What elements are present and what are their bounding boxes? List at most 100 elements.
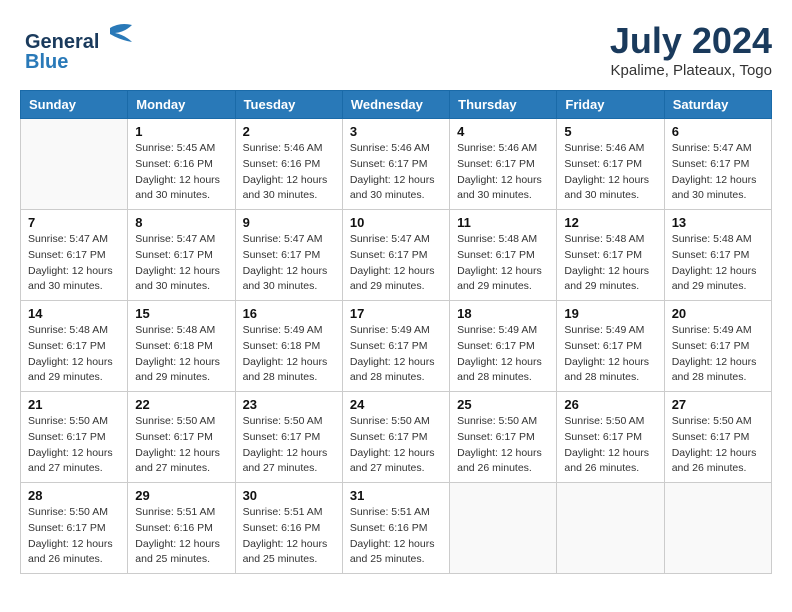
calendar-cell: 29 Sunrise: 5:51 AMSunset: 6:16 PMDayligh…: [128, 483, 235, 574]
logo-text: General Blue: [20, 20, 140, 80]
calendar-cell: 9Sunrise: 5:47 AMSunset: 6:17 PMDaylight…: [235, 210, 342, 301]
calendar-week-row: 1 Sunrise: 5:45 AMSunset: 6:16 PMDaylight…: [21, 119, 772, 210]
day-info: Sunrise: 5:50 AMSunset: 6:17 PMDaylight:…: [672, 414, 764, 477]
day-number: 23: [243, 397, 335, 412]
day-number: 24: [350, 397, 442, 412]
day-info: Sunrise: 5:47 AMSunset: 6:17 PMDaylight:…: [350, 232, 442, 295]
svg-text:General: General: [25, 31, 99, 53]
day-info: Sunrise: 5:47 AMSunset: 6:17 PMDaylight:…: [28, 232, 120, 295]
calendar-cell: 7 Sunrise: 5:47 AMSunset: 6:17 PMDaylight…: [21, 210, 128, 301]
day-number: 10: [350, 215, 442, 230]
day-info: Sunrise: 5:49 AMSunset: 6:17 PMDaylight:…: [457, 323, 549, 386]
weekday-header-sunday: Sunday: [21, 91, 128, 119]
day-number: 30: [243, 488, 335, 503]
calendar-cell: 16 Sunrise: 5:49 AMSunset: 6:18 PMDayligh…: [235, 301, 342, 392]
day-info: Sunrise: 5:47 AMSunset: 6:17 PMDaylight:…: [243, 232, 335, 295]
day-number: 16: [243, 306, 335, 321]
calendar-cell: 26 Sunrise: 5:50 AMSunset: 6:17 PMDayligh…: [557, 392, 664, 483]
weekday-header-friday: Friday: [557, 91, 664, 119]
calendar-cell: [21, 119, 128, 210]
weekday-header-tuesday: Tuesday: [235, 91, 342, 119]
day-info: Sunrise: 5:48 AMSunset: 6:17 PMDaylight:…: [457, 232, 549, 295]
location-subtitle: Kpalime, Plateaux, Togo: [610, 62, 772, 79]
weekday-header-row: SundayMondayTuesdayWednesdayThursdayFrid…: [21, 91, 772, 119]
day-info: Sunrise: 5:51 AMSunset: 6:16 PMDaylight:…: [243, 505, 335, 568]
calendar-cell: 2 Sunrise: 5:46 AMSunset: 6:16 PMDaylight…: [235, 119, 342, 210]
day-number: 3: [350, 124, 442, 139]
calendar-week-row: 14Sunrise: 5:48 AMSunset: 6:17 PMDayligh…: [21, 301, 772, 392]
day-number: 6: [672, 124, 764, 139]
day-info: Sunrise: 5:46 AMSunset: 6:17 PMDaylight:…: [350, 141, 442, 204]
day-info: Sunrise: 5:46 AMSunset: 6:17 PMDaylight:…: [457, 141, 549, 204]
weekday-header-wednesday: Wednesday: [342, 91, 449, 119]
day-number: 13: [672, 215, 764, 230]
calendar-cell: 5 Sunrise: 5:46 AMSunset: 6:17 PMDaylight…: [557, 119, 664, 210]
day-info: Sunrise: 5:46 AMSunset: 6:17 PMDaylight:…: [564, 141, 656, 204]
calendar-cell: 24 Sunrise: 5:50 AMSunset: 6:17 PMDayligh…: [342, 392, 449, 483]
day-number: 25: [457, 397, 549, 412]
calendar-cell: 22 Sunrise: 5:50 AMSunset: 6:17 PMDayligh…: [128, 392, 235, 483]
calendar-cell: 21Sunrise: 5:50 AMSunset: 6:17 PMDayligh…: [21, 392, 128, 483]
calendar-cell: 28 Sunrise: 5:50 AMSunset: 6:17 PMDayligh…: [21, 483, 128, 574]
day-number: 29: [135, 488, 227, 503]
day-info: Sunrise: 5:50 AMSunset: 6:17 PMDaylight:…: [457, 414, 549, 477]
day-number: 2: [243, 124, 335, 139]
day-number: 5: [564, 124, 656, 139]
logo: General Blue: [20, 20, 140, 80]
day-number: 7: [28, 215, 120, 230]
calendar-cell: 17 Sunrise: 5:49 AMSunset: 6:17 PMDayligh…: [342, 301, 449, 392]
day-number: 15: [135, 306, 227, 321]
day-number: 1: [135, 124, 227, 139]
day-info: Sunrise: 5:48 AMSunset: 6:17 PMDaylight:…: [672, 232, 764, 295]
day-number: 19: [564, 306, 656, 321]
day-number: 26: [564, 397, 656, 412]
day-info: Sunrise: 5:50 AMSunset: 6:17 PMDaylight:…: [28, 414, 120, 477]
day-info: Sunrise: 5:49 AMSunset: 6:17 PMDaylight:…: [564, 323, 656, 386]
calendar-cell: 25 Sunrise: 5:50 AMSunset: 6:17 PMDayligh…: [450, 392, 557, 483]
day-info: Sunrise: 5:50 AMSunset: 6:17 PMDaylight:…: [564, 414, 656, 477]
day-info: Sunrise: 5:45 AMSunset: 6:16 PMDaylight:…: [135, 141, 227, 204]
day-number: 22: [135, 397, 227, 412]
calendar-cell: 15Sunrise: 5:48 AMSunset: 6:18 PMDayligh…: [128, 301, 235, 392]
day-info: Sunrise: 5:49 AMSunset: 6:17 PMDaylight:…: [350, 323, 442, 386]
day-number: 11: [457, 215, 549, 230]
day-number: 12: [564, 215, 656, 230]
day-info: Sunrise: 5:50 AMSunset: 6:17 PMDaylight:…: [28, 505, 120, 568]
day-info: Sunrise: 5:50 AMSunset: 6:17 PMDaylight:…: [243, 414, 335, 477]
calendar-week-row: 7 Sunrise: 5:47 AMSunset: 6:17 PMDaylight…: [21, 210, 772, 301]
weekday-header-saturday: Saturday: [664, 91, 771, 119]
weekday-header-thursday: Thursday: [450, 91, 557, 119]
title-block: July 2024 Kpalime, Plateaux, Togo: [610, 20, 772, 79]
calendar-cell: 12Sunrise: 5:48 AMSunset: 6:17 PMDayligh…: [557, 210, 664, 301]
calendar-cell: 31Sunrise: 5:51 AMSunset: 6:16 PMDayligh…: [342, 483, 449, 574]
day-number: 4: [457, 124, 549, 139]
day-info: Sunrise: 5:50 AMSunset: 6:17 PMDaylight:…: [135, 414, 227, 477]
day-number: 20: [672, 306, 764, 321]
day-info: Sunrise: 5:47 AMSunset: 6:17 PMDaylight:…: [672, 141, 764, 204]
calendar-cell: 10 Sunrise: 5:47 AMSunset: 6:17 PMDayligh…: [342, 210, 449, 301]
day-number: 31: [350, 488, 442, 503]
day-number: 17: [350, 306, 442, 321]
calendar-week-row: 28 Sunrise: 5:50 AMSunset: 6:17 PMDayligh…: [21, 483, 772, 574]
day-info: Sunrise: 5:49 AMSunset: 6:18 PMDaylight:…: [243, 323, 335, 386]
calendar-cell: 8 Sunrise: 5:47 AMSunset: 6:17 PMDaylight…: [128, 210, 235, 301]
calendar-cell: [664, 483, 771, 574]
day-number: 28: [28, 488, 120, 503]
calendar-cell: [450, 483, 557, 574]
calendar-cell: 23 Sunrise: 5:50 AMSunset: 6:17 PMDayligh…: [235, 392, 342, 483]
day-number: 27: [672, 397, 764, 412]
weekday-header-monday: Monday: [128, 91, 235, 119]
calendar-cell: 3 Sunrise: 5:46 AMSunset: 6:17 PMDaylight…: [342, 119, 449, 210]
day-info: Sunrise: 5:51 AMSunset: 6:16 PMDaylight:…: [135, 505, 227, 568]
calendar-cell: [557, 483, 664, 574]
day-info: Sunrise: 5:47 AMSunset: 6:17 PMDaylight:…: [135, 232, 227, 295]
calendar-cell: 1 Sunrise: 5:45 AMSunset: 6:16 PMDaylight…: [128, 119, 235, 210]
day-info: Sunrise: 5:46 AMSunset: 6:16 PMDaylight:…: [243, 141, 335, 204]
calendar-cell: 14Sunrise: 5:48 AMSunset: 6:17 PMDayligh…: [21, 301, 128, 392]
day-number: 8: [135, 215, 227, 230]
calendar-body: 1 Sunrise: 5:45 AMSunset: 6:16 PMDaylight…: [21, 119, 772, 574]
day-number: 18: [457, 306, 549, 321]
calendar-cell: 6 Sunrise: 5:47 AMSunset: 6:17 PMDaylight…: [664, 119, 771, 210]
day-info: Sunrise: 5:50 AMSunset: 6:17 PMDaylight:…: [350, 414, 442, 477]
calendar-cell: 4 Sunrise: 5:46 AMSunset: 6:17 PMDaylight…: [450, 119, 557, 210]
